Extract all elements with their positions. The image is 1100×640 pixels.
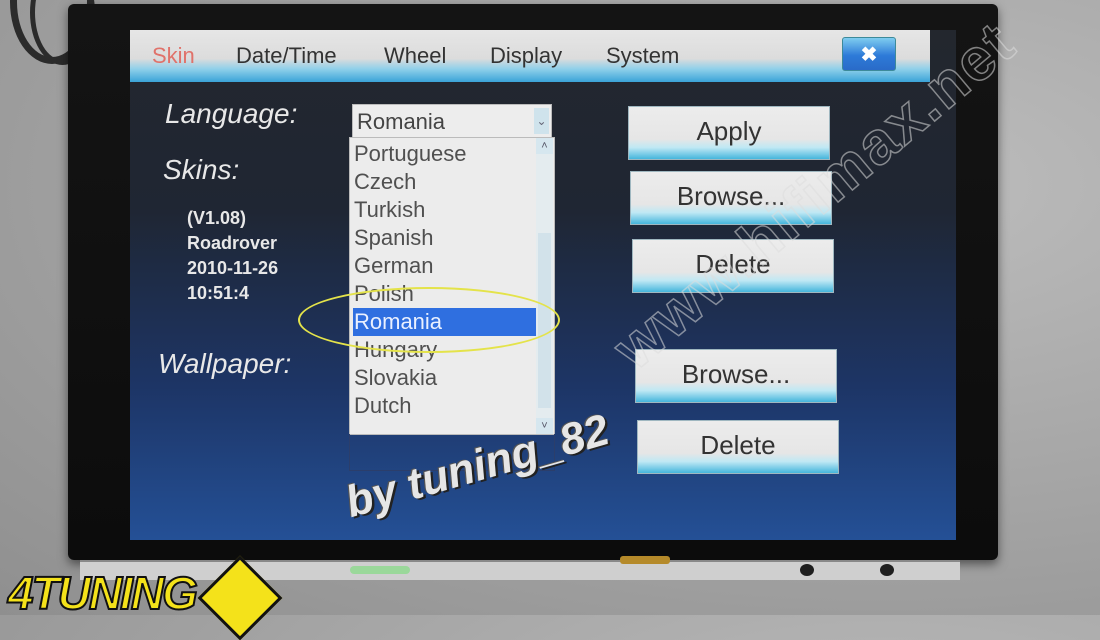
list-item[interactable]: Turkish — [353, 196, 536, 224]
tab-wheel[interactable]: Wheel — [384, 43, 446, 69]
tab-system[interactable]: System — [606, 43, 679, 69]
annotation-ellipse — [298, 287, 560, 353]
car-sign-icon — [197, 555, 283, 640]
tab-bar: Skin Date/Time Wheel Display System ✖ — [130, 30, 930, 82]
skins-label: Skins: — [163, 154, 240, 185]
chevron-up-icon[interactable]: ˄ — [536, 138, 553, 154]
wallpaper-delete-button[interactable]: Delete — [637, 420, 839, 474]
language-dropdown[interactable]: Romania ⌄ — [352, 104, 552, 140]
skin-author: Roadrover — [187, 233, 278, 253]
wallpaper-label: Wallpaper: — [158, 348, 292, 379]
screw-icon — [880, 564, 894, 576]
screw-icon — [800, 564, 814, 576]
language-label: Language: — [165, 98, 298, 129]
connector — [620, 556, 670, 564]
close-icon: ✖ — [860, 43, 878, 66]
list-scrollbar[interactable]: ˄ ˅ — [536, 138, 553, 434]
list-item[interactable]: German — [353, 252, 536, 280]
4tuning-logo: 4TUNING — [7, 555, 288, 640]
list-item[interactable]: Czech — [353, 168, 536, 196]
chevron-down-icon[interactable]: ⌄ — [534, 108, 549, 134]
skin-time: 10:51:4 — [187, 283, 250, 303]
tab-display[interactable]: Display — [490, 43, 562, 69]
language-list[interactable]: Portuguese Czech Turkish Spanish German … — [349, 137, 555, 435]
apply-button[interactable]: Apply — [628, 106, 830, 160]
list-item[interactable]: Slovakia — [353, 364, 536, 392]
indicator-light — [350, 566, 410, 574]
skin-version: (V1.08) — [187, 208, 247, 228]
skin-date: 2010-11-26 — [187, 258, 279, 278]
tab-skin[interactable]: Skin — [152, 43, 195, 69]
tab-date-time[interactable]: Date/Time — [236, 43, 337, 69]
list-item[interactable]: Dutch — [353, 392, 536, 420]
close-button[interactable]: ✖ — [842, 37, 896, 71]
list-item[interactable]: Portuguese — [353, 140, 536, 168]
skin-info: (V1.08) Roadrover 2010-11-26 10:51:4 — [187, 206, 278, 306]
language-selected-value: Romania — [357, 109, 446, 134]
logo-text: 4TUNING — [7, 566, 199, 620]
list-item[interactable]: Spanish — [353, 224, 536, 252]
